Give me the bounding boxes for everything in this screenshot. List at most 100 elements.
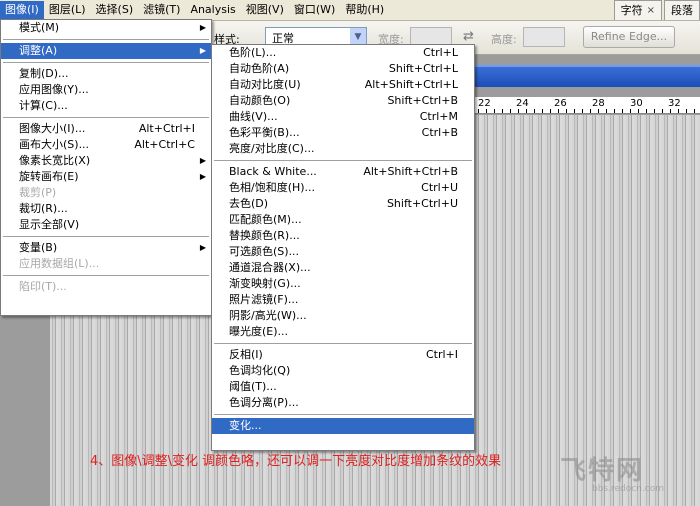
menu-item-应用图像[interactable]: 应用图像(Y)... xyxy=(1,82,211,98)
menu-item-照片滤镜[interactable]: 照片滤镜(F)... xyxy=(212,292,474,308)
menu-item-label: 反相(I) xyxy=(229,348,263,361)
submenu-arrow-icon: ▶ xyxy=(199,172,206,181)
menu-bar: 图像(I) 图层(L) 选择(S) 滤镜(T) Analysis 视图(V) 窗口(W) 帮助… xyxy=(0,0,700,21)
tab-paragraph[interactable]: 段落 xyxy=(664,0,700,20)
ruler-mark: 22 xyxy=(478,98,491,109)
menu-item-色调分离[interactable]: 色调分离(P)... xyxy=(212,395,474,411)
menu-item-图像大小[interactable]: 图像大小(I)... Alt+Ctrl+I xyxy=(1,121,211,137)
refine-edge-button[interactable]: Refine Edge... xyxy=(583,26,675,48)
menu-item-色彩平衡[interactable]: 色彩平衡(B)... Ctrl+B xyxy=(212,125,474,141)
menu-item-计算[interactable]: 计算(C)... xyxy=(1,98,211,114)
menu-滤镜[interactable]: 滤镜(T) xyxy=(138,1,185,19)
menu-item-label: 调整(A) xyxy=(19,44,58,57)
menu-item-label: 曝光度(E)... xyxy=(229,325,289,338)
menu-视图[interactable]: 视图(V) xyxy=(241,1,289,19)
menu-item-亮度-对比度[interactable]: 亮度/对比度(C)... xyxy=(212,141,474,157)
menu-item-label: 阴影/高光(W)... xyxy=(229,309,307,322)
menu-item-显示全部[interactable]: 显示全部(V) xyxy=(1,217,211,233)
ruler-mark: 24 xyxy=(516,98,529,109)
ruler-mark: 26 xyxy=(554,98,567,109)
menu-item-渐变映射[interactable]: 渐变映射(G)... xyxy=(212,276,474,292)
tab-paragraph-label: 段落 xyxy=(671,4,693,17)
menu-item-陷印: 陷印(T)... xyxy=(1,279,211,295)
submenu-arrow-icon: ▶ xyxy=(199,243,206,252)
tab-character[interactable]: 字符 × xyxy=(613,0,662,20)
menu-item-自动颜色[interactable]: 自动颜色(O) Shift+Ctrl+B xyxy=(212,93,474,109)
submenu-arrow-icon: ▶ xyxy=(199,46,206,55)
menu-item-label: 像素长宽比(X) xyxy=(19,154,91,167)
menu-item-shortcut: Ctrl+U xyxy=(421,181,458,194)
menu-separator xyxy=(214,160,472,161)
swap-icon[interactable]: ⇄ xyxy=(463,29,474,44)
menu-item-label: 变化... xyxy=(229,419,262,432)
menu-item-label: 色阶(L)... xyxy=(229,46,277,59)
menu-item-匹配颜色[interactable]: 匹配颜色(M)... xyxy=(212,212,474,228)
menu-item-label: 色调均化(Q) xyxy=(229,364,291,377)
menu-item-去色[interactable]: 去色(D) Shift+Ctrl+U xyxy=(212,196,474,212)
menu-窗口[interactable]: 窗口(W) xyxy=(289,1,340,19)
menu-item-shortcut: Alt+Ctrl+C xyxy=(134,138,195,151)
menu-item-复制[interactable]: 复制(D)... xyxy=(1,66,211,82)
menu-item-自动色阶[interactable]: 自动色阶(A) Shift+Ctrl+L xyxy=(212,61,474,77)
height-input[interactable] xyxy=(523,27,565,47)
menu-analysis[interactable]: Analysis xyxy=(185,1,240,19)
menu-item-label: 计算(C)... xyxy=(19,99,68,112)
menu-item-label: 照片滤镜(F)... xyxy=(229,293,299,306)
watermark-text: 飞特网 xyxy=(560,456,645,486)
close-icon[interactable]: × xyxy=(647,1,655,20)
menu-item-阈值[interactable]: 阈值(T)... xyxy=(212,379,474,395)
ruler: 22 24 26 28 30 32 xyxy=(470,97,700,114)
menu-图层[interactable]: 图层(L) xyxy=(44,1,91,19)
menu-item-曲线[interactable]: 曲线(V)... Ctrl+M xyxy=(212,109,474,125)
menu-item-label: 画布大小(S)... xyxy=(19,138,90,151)
menu-item-替换颜色[interactable]: 替换颜色(R)... xyxy=(212,228,474,244)
menu-选择[interactable]: 选择(S) xyxy=(91,1,139,19)
menu-item-像素长宽比[interactable]: 像素长宽比(X) ▶ xyxy=(1,153,211,169)
document-titlebar xyxy=(470,65,700,87)
menu-item-shortcut: Alt+Shift+Ctrl+L xyxy=(364,78,458,91)
watermark-url: bbs.redocn.com xyxy=(592,484,664,494)
panel-tabs: 字符 × 段落 xyxy=(612,0,700,20)
menu-item-曝光度[interactable]: 曝光度(E)... xyxy=(212,324,474,340)
menu-separator xyxy=(3,117,209,118)
menu-item-label: 应用图像(Y)... xyxy=(19,83,89,96)
menu-item-label: 陷印(T)... xyxy=(19,280,67,293)
menu-item-模式[interactable]: 模式(M) ▶ xyxy=(1,20,211,36)
menu-item-变化[interactable]: 变化... xyxy=(212,418,474,434)
menu-帮助[interactable]: 帮助(H) xyxy=(340,1,389,19)
menu-separator xyxy=(3,275,209,276)
menu-item-label: 图像大小(I)... xyxy=(19,122,86,135)
menu-item-色调均化[interactable]: 色调均化(Q) xyxy=(212,363,474,379)
menu-item-label: 阈值(T)... xyxy=(229,380,277,393)
menu-item-色阶[interactable]: 色阶(L)... Ctrl+L xyxy=(212,45,474,61)
menu-item-调整[interactable]: 调整(A) ▶ xyxy=(1,43,211,59)
menu-item-色相-饱和度[interactable]: 色相/饱和度(H)... Ctrl+U xyxy=(212,180,474,196)
menu-图像[interactable]: 图像(I) xyxy=(0,1,44,19)
menu-item-可选颜色[interactable]: 可选颜色(S)... xyxy=(212,244,474,260)
submenu-arrow-icon: ▶ xyxy=(199,23,206,32)
menu-item-反相[interactable]: 反相(I) Ctrl+I xyxy=(212,347,474,363)
menu-item-旋转画布[interactable]: 旋转画布(E) ▶ xyxy=(1,169,211,185)
menu-item-通道混合器[interactable]: 通道混合器(X)... xyxy=(212,260,474,276)
menu-item-shortcut: Ctrl+M xyxy=(419,110,458,123)
tab-character-label: 字符 xyxy=(620,4,643,17)
menu-item-shortcut: Shift+Ctrl+L xyxy=(388,62,458,75)
menu-item-裁剪: 裁剪(P) xyxy=(1,185,211,201)
menu-item-black-white[interactable]: Black & White... Alt+Shift+Ctrl+B xyxy=(212,164,474,180)
menu-item-裁切[interactable]: 裁切(R)... xyxy=(1,201,211,217)
menu-item-label: 渐变映射(G)... xyxy=(229,277,301,290)
menu-item-自动对比度[interactable]: 自动对比度(U) Alt+Shift+Ctrl+L xyxy=(212,77,474,93)
ruler-mark: 28 xyxy=(592,98,605,109)
menu-item-变量[interactable]: 变量(B) ▶ xyxy=(1,240,211,256)
menu-item-阴影-高光[interactable]: 阴影/高光(W)... xyxy=(212,308,474,324)
menu-item-label: 模式(M) xyxy=(19,21,60,34)
menu-item-shortcut: Ctrl+B xyxy=(421,126,458,139)
menu-item-应用数据组: 应用数据组(L)... xyxy=(1,256,211,272)
menu-separator xyxy=(214,414,472,415)
submenu-arrow-icon: ▶ xyxy=(199,156,206,165)
menu-item-画布大小[interactable]: 画布大小(S)... Alt+Ctrl+C xyxy=(1,137,211,153)
menu-item-shortcut: Ctrl+L xyxy=(423,46,458,59)
menu-item-label: 旋转画布(E) xyxy=(19,170,79,183)
menu-item-label: 替换颜色(R)... xyxy=(229,229,300,242)
adjust-submenu: 色阶(L)... Ctrl+L 自动色阶(A) Shift+Ctrl+L 自动对比度(U… xyxy=(211,44,475,451)
